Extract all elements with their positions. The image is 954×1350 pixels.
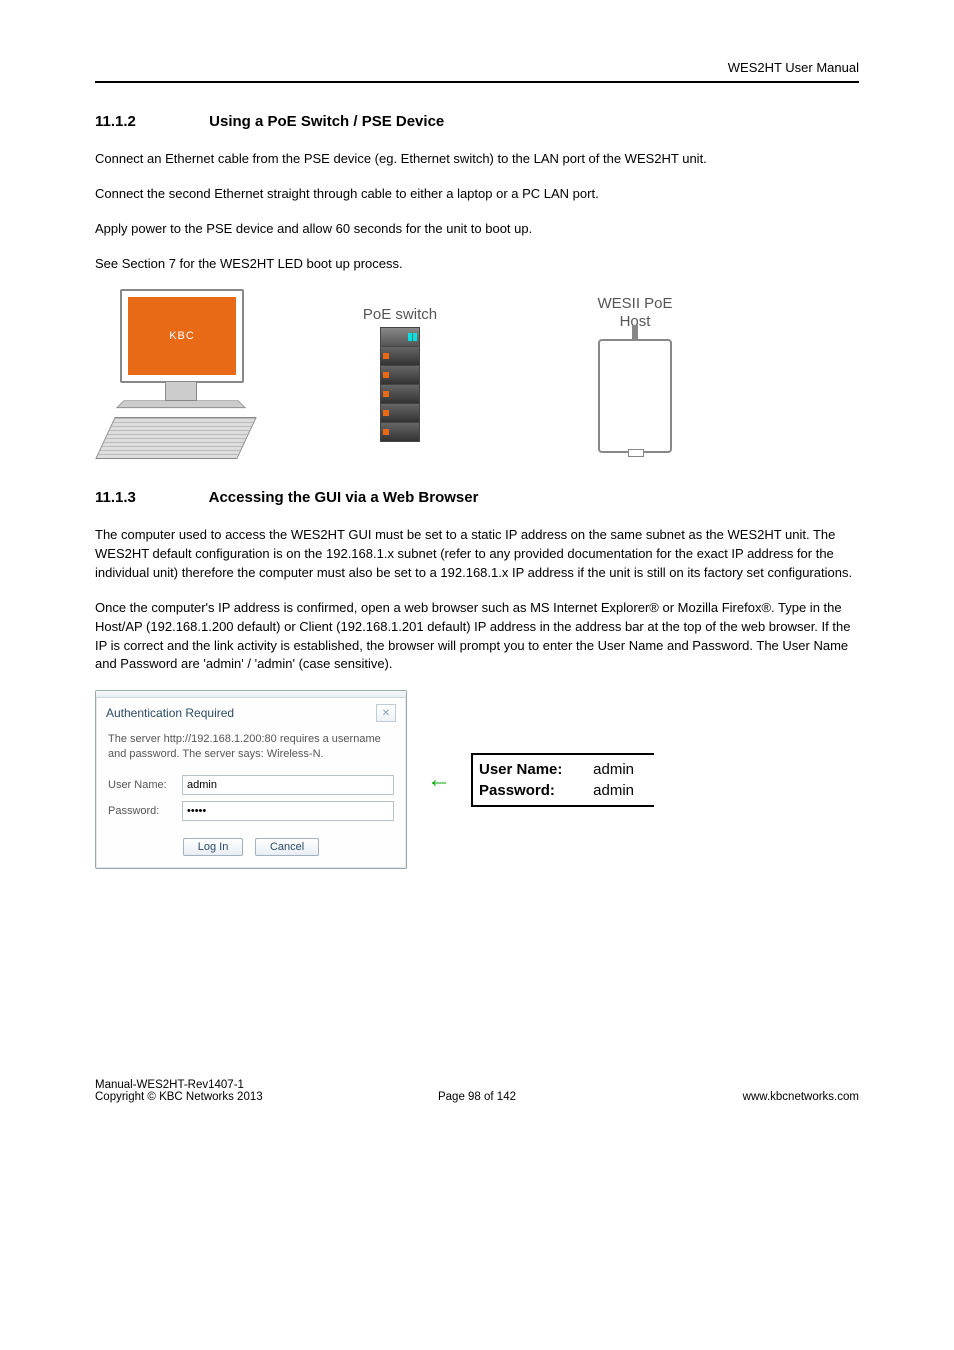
- antenna-icon: [632, 325, 638, 341]
- page-footer: Manual-WES2HT-Rev1407-1 Copyright © KBC …: [95, 1079, 859, 1103]
- username-label: User Name:: [108, 779, 182, 791]
- host-device-icon: [598, 339, 672, 453]
- monitor-base-icon: [116, 401, 246, 409]
- username-input[interactable]: [182, 775, 394, 795]
- paragraph: See Section 7 for the WES2HT LED boot up…: [95, 255, 859, 274]
- section-heading-2: 11.1.3 Accessing the GUI via a Web Brows…: [95, 489, 859, 506]
- host-block: WESII PoE Host: [535, 295, 735, 453]
- arrow-icon: ←: [427, 766, 451, 794]
- password-label: Password:: [108, 805, 182, 817]
- cred-password-value: admin: [593, 782, 634, 799]
- doc-title: WES2HT User Manual: [728, 60, 859, 75]
- poe-switch-icon: [380, 327, 420, 442]
- cred-password-label: Password:: [479, 780, 589, 801]
- auth-dialog: Authentication Required ✕ The server htt…: [95, 690, 407, 869]
- dialog-title: Authentication Required: [106, 706, 234, 720]
- login-button[interactable]: Log In: [183, 838, 244, 856]
- cred-username-label: User Name:: [479, 759, 589, 780]
- password-input[interactable]: [182, 801, 394, 821]
- paragraph: Connect the second Ethernet straight thr…: [95, 185, 859, 204]
- section-number: 11.1.2: [95, 113, 205, 130]
- paragraph: Once the computer's IP address is confir…: [95, 599, 859, 674]
- section-title: Using a PoE Switch / PSE Device: [209, 113, 444, 130]
- page-header: WES2HT User Manual: [95, 60, 859, 83]
- switch-ports-icon: [380, 347, 420, 442]
- dialog-message: The server http://192.168.1.200:80 requi…: [96, 726, 406, 772]
- section-title: Accessing the GUI via a Web Browser: [209, 489, 479, 506]
- dialog-decoration: [96, 691, 406, 698]
- switch-top-icon: [380, 327, 420, 347]
- monitor-stand-icon: [165, 381, 197, 401]
- paragraph: Connect an Ethernet cable from the PSE d…: [95, 150, 859, 169]
- computer-illustration: KBC: [105, 289, 265, 459]
- section-heading-1: 11.1.2 Using a PoE Switch / PSE Device: [95, 113, 859, 130]
- cancel-button[interactable]: Cancel: [255, 838, 319, 856]
- footer-right: www.kbcnetworks.com: [607, 1079, 859, 1103]
- footer-left: Manual-WES2HT-Rev1407-1 Copyright © KBC …: [95, 1079, 347, 1103]
- poe-switch-block: PoE switch: [325, 306, 475, 442]
- footer-center: Page 98 of 142: [351, 1079, 603, 1103]
- monitor-icon: KBC: [120, 289, 244, 383]
- section-number: 11.1.3: [95, 489, 205, 506]
- port-icon: [628, 449, 644, 457]
- paragraph: Apply power to the PSE device and allow …: [95, 220, 859, 239]
- cred-username-value: admin: [593, 761, 634, 778]
- credentials-callout: User Name: admin Password: admin: [471, 753, 654, 807]
- topology-figure: KBC PoE switch WESII PoE Host: [95, 289, 859, 459]
- monitor-brand: KBC: [128, 297, 236, 375]
- keyboard-icon: [95, 417, 257, 459]
- auth-figure: Authentication Required ✕ The server htt…: [95, 690, 859, 869]
- close-icon[interactable]: ✕: [376, 704, 396, 722]
- paragraph: The computer used to access the WES2HT G…: [95, 526, 859, 583]
- poe-switch-label: PoE switch: [325, 306, 475, 323]
